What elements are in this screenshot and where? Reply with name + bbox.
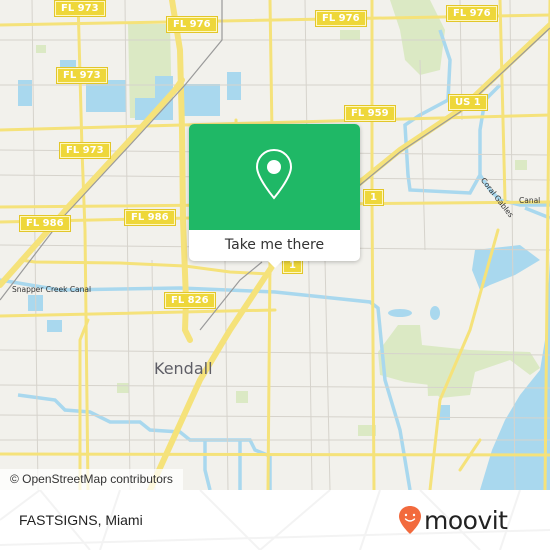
lake bbox=[182, 84, 220, 116]
moovit-pin-icon bbox=[399, 506, 421, 534]
route-shield-fl986: FL 986 bbox=[125, 210, 175, 225]
road-ns bbox=[370, 0, 376, 490]
lake bbox=[18, 80, 32, 106]
route-shield-fl959: FL 959 bbox=[345, 106, 395, 121]
place-label-kendall: Kendall bbox=[154, 359, 213, 378]
park-area bbox=[236, 391, 248, 403]
road-kendall-loop bbox=[18, 258, 272, 276]
popup-pointer bbox=[267, 260, 283, 268]
canal-label-snapper-creek: Snapper Creek Canal bbox=[12, 285, 92, 294]
lake bbox=[388, 309, 412, 317]
map-canvas[interactable]: FL 973 FL 976 FL 976 FL 976 FL 973 FL 95… bbox=[0, 0, 550, 490]
park-area bbox=[515, 160, 527, 170]
canal-label-canal: Canal bbox=[519, 196, 541, 205]
moovit-logo[interactable]: moovit bbox=[398, 502, 508, 538]
park-area bbox=[117, 383, 129, 393]
park-area bbox=[427, 372, 470, 396]
route-shield-us1: 1 bbox=[364, 190, 383, 205]
route-shield-fl973: FL 973 bbox=[57, 68, 107, 83]
map-pin-icon bbox=[255, 148, 293, 200]
route-shield-fl826: FL 826 bbox=[165, 293, 215, 308]
canal bbox=[203, 440, 212, 490]
road-ns bbox=[266, 258, 272, 490]
canal bbox=[524, 206, 550, 220]
park-area bbox=[36, 45, 46, 53]
road-bottom bbox=[0, 452, 550, 457]
road-ns bbox=[498, 0, 507, 202]
route-shield-fl986: FL 986 bbox=[20, 216, 70, 231]
street bbox=[0, 414, 550, 419]
moovit-wordmark: moovit bbox=[424, 505, 508, 535]
popup-header bbox=[189, 124, 360, 230]
park-area bbox=[340, 30, 360, 40]
route-shield-us1: US 1 bbox=[449, 95, 487, 110]
lake bbox=[47, 320, 62, 332]
lake bbox=[60, 60, 76, 68]
route-shield-fl976: FL 976 bbox=[167, 17, 217, 32]
lake bbox=[227, 72, 241, 100]
route-shield-fl976: FL 976 bbox=[316, 11, 366, 26]
route-shield-fl973: FL 973 bbox=[55, 1, 105, 16]
lake bbox=[430, 306, 440, 320]
footer-bar: FASTSIGNS, Miami moovit bbox=[0, 490, 550, 550]
route-shield-fl973: FL 973 bbox=[60, 143, 110, 158]
take-me-there-button[interactable]: Take me there bbox=[189, 230, 360, 261]
place-title: FASTSIGNS, Miami bbox=[19, 512, 143, 528]
park-area bbox=[390, 0, 445, 75]
route-shield-fl976: FL 976 bbox=[447, 6, 497, 21]
street bbox=[419, 59, 426, 251]
map-attribution[interactable]: © OpenStreetMap contributors bbox=[0, 469, 183, 490]
location-popup: Take me there bbox=[189, 124, 360, 268]
